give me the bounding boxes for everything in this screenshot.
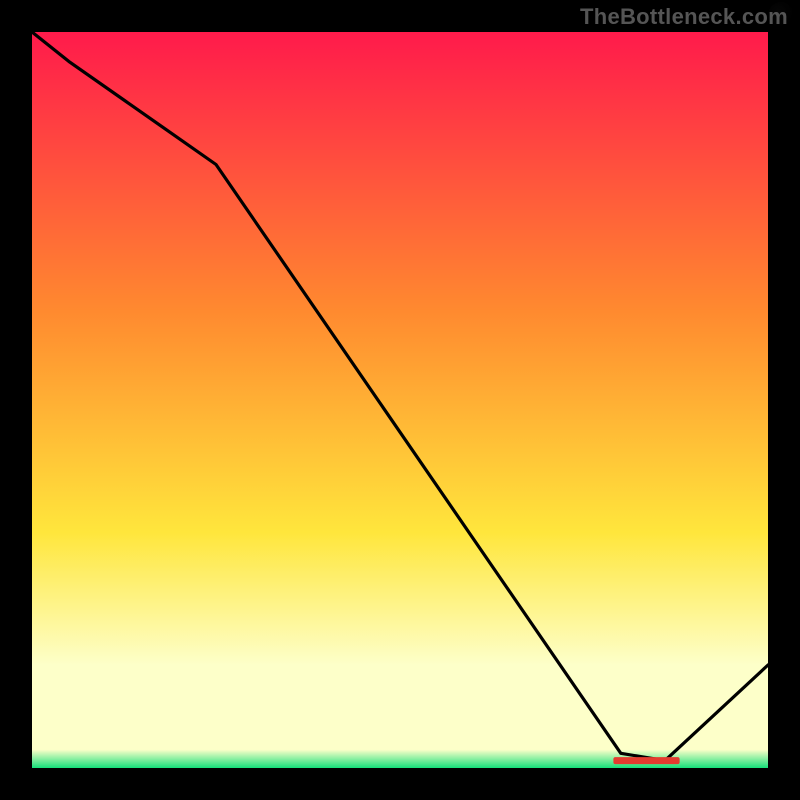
minimum-marker	[613, 757, 679, 764]
watermark-text: TheBottleneck.com	[580, 4, 788, 30]
chart-container: TheBottleneck.com	[0, 0, 800, 800]
plot-area	[32, 32, 768, 768]
bottleneck-chart	[0, 0, 800, 800]
